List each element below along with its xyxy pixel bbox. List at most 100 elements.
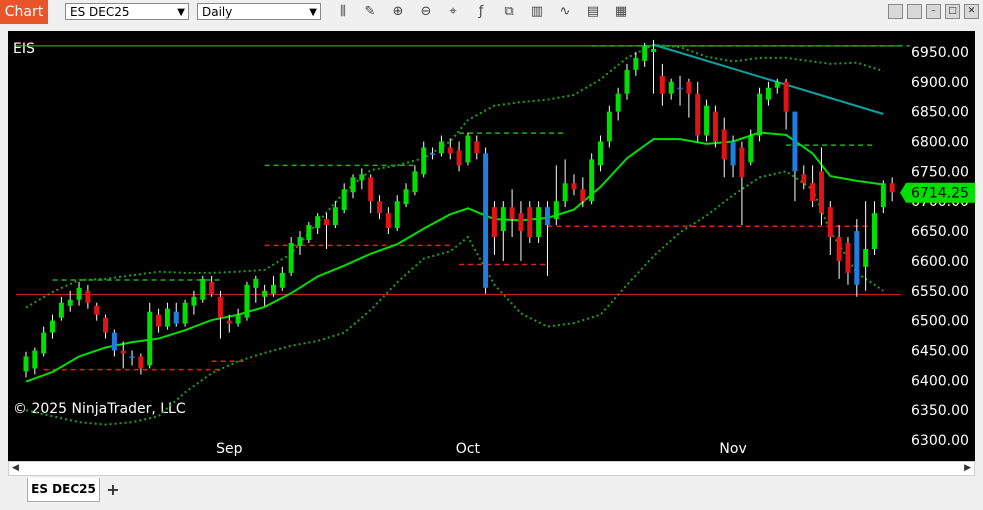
- data-box-icon[interactable]: ▥: [528, 3, 546, 21]
- candle-body: [739, 147, 745, 178]
- candle-body: [606, 111, 612, 142]
- candle-body: [500, 207, 506, 232]
- chart-badge: Chart: [0, 0, 48, 24]
- chart-panel[interactable]: EIS © 2025 NinjaTrader, LLC 6950.00 6900.…: [8, 31, 975, 461]
- moving-average-line: [25, 131, 884, 383]
- candle-body: [474, 141, 480, 154]
- instrument-selector[interactable]: ES DEC25 ▼: [65, 3, 189, 20]
- interval-value: Daily: [202, 5, 233, 19]
- candle-body: [244, 284, 250, 318]
- candle-body: [430, 153, 436, 155]
- candle-body: [120, 350, 126, 354]
- candle-body: [527, 207, 533, 238]
- candle-body: [350, 177, 356, 193]
- chevron-down-icon: ▼: [177, 7, 185, 18]
- scroll-left-icon[interactable]: ◀: [12, 462, 19, 475]
- candle-body: [765, 87, 771, 100]
- maximize-button[interactable]: □: [945, 4, 960, 19]
- candle-body: [571, 183, 577, 190]
- x-tick-label: Nov: [719, 441, 746, 457]
- candle-body: [651, 48, 657, 52]
- bar-type-icon[interactable]: ⫼: [334, 3, 352, 21]
- candle-body: [589, 159, 595, 202]
- candle-body: [447, 147, 453, 154]
- zoom-in-icon[interactable]: ⊕: [389, 3, 407, 21]
- tab-bar: ES DEC25 +: [0, 476, 983, 510]
- candle-body: [438, 141, 444, 154]
- x-tick-label: Sep: [216, 441, 243, 457]
- candle-body: [209, 281, 215, 294]
- candle-body: [827, 207, 833, 238]
- y-tick-label: 6450.00: [911, 344, 969, 360]
- y-tick-label: 6900.00: [911, 75, 969, 91]
- candle-body: [324, 219, 330, 226]
- candle-body: [536, 207, 542, 238]
- candle-body: [270, 284, 276, 294]
- candle-body: [103, 317, 109, 333]
- y-tick-label: 6400.00: [911, 373, 969, 389]
- candle-body: [217, 296, 223, 318]
- scroll-right-icon[interactable]: ▶: [964, 462, 971, 475]
- candle-body: [253, 278, 259, 288]
- horizontal-scrollbar[interactable]: ◀ ▶: [8, 461, 975, 476]
- price-chart[interactable]: EIS © 2025 NinjaTrader, LLC 6950.006900.…: [8, 31, 975, 461]
- candle-body: [279, 272, 285, 288]
- y-tick-label: 6350.00: [911, 403, 969, 419]
- candle-body: [85, 290, 91, 303]
- draw-pencil-icon[interactable]: ✎: [361, 3, 379, 21]
- candle-body: [880, 183, 886, 208]
- candle-body: [341, 189, 347, 211]
- candle-body: [235, 314, 241, 324]
- minimize-button[interactable]: –: [926, 4, 941, 19]
- zoom-out-icon[interactable]: ⊖: [417, 3, 435, 21]
- candle-body: [156, 314, 162, 327]
- candle-body: [456, 150, 462, 166]
- candle-body: [818, 171, 824, 214]
- interval-selector[interactable]: Daily ▼: [197, 3, 321, 20]
- candle-body: [288, 243, 294, 273]
- candle-body: [147, 311, 153, 366]
- candle-body: [58, 302, 64, 318]
- candle-body: [615, 93, 621, 112]
- candle-body: [553, 201, 559, 220]
- x-tick-label: Oct: [456, 441, 481, 457]
- candle-body: [173, 311, 179, 324]
- strategies-icon[interactable]: ⧉: [500, 3, 518, 21]
- candle-body: [491, 207, 497, 238]
- candle-body: [580, 189, 586, 202]
- candle-body: [129, 356, 135, 358]
- candle-body: [704, 105, 710, 136]
- indicators-icon[interactable]: ƒ: [472, 3, 490, 21]
- candle-body: [757, 93, 763, 136]
- symbol-label: EIS: [13, 41, 35, 57]
- close-button[interactable]: ✕: [964, 4, 979, 19]
- candle-body: [801, 174, 807, 184]
- add-tab-icon[interactable]: +: [103, 480, 123, 500]
- candle-body: [403, 189, 409, 205]
- candle-body: [774, 81, 780, 88]
- candle-body: [562, 183, 568, 202]
- candle-body: [863, 248, 869, 267]
- link-button[interactable]: [888, 4, 903, 19]
- candle-body: [191, 296, 197, 306]
- instrument-value: ES DEC25: [70, 5, 130, 19]
- tab-es-dec25[interactable]: ES DEC25: [27, 478, 100, 502]
- candle-body: [695, 93, 701, 136]
- candle-body: [518, 213, 524, 232]
- candle-body: [394, 201, 400, 229]
- current-price-label: 6714.25: [911, 186, 969, 202]
- candle-body: [783, 81, 789, 112]
- candle-body: [748, 135, 754, 163]
- hide-icon[interactable]: ▦: [612, 3, 630, 21]
- candle-body: [836, 237, 842, 261]
- y-tick-label: 6750.00: [911, 164, 969, 180]
- candle-body: [871, 213, 877, 249]
- performance-icon[interactable]: ∿: [556, 3, 574, 21]
- always-on-top-button[interactable]: [907, 4, 922, 19]
- y-tick-label: 6650.00: [911, 224, 969, 240]
- properties-icon[interactable]: ▤: [584, 3, 602, 21]
- candle-body: [465, 135, 471, 163]
- candle-body: [385, 213, 391, 229]
- crosshair-icon[interactable]: ⌖: [444, 3, 462, 21]
- lower-band-line: [25, 170, 884, 426]
